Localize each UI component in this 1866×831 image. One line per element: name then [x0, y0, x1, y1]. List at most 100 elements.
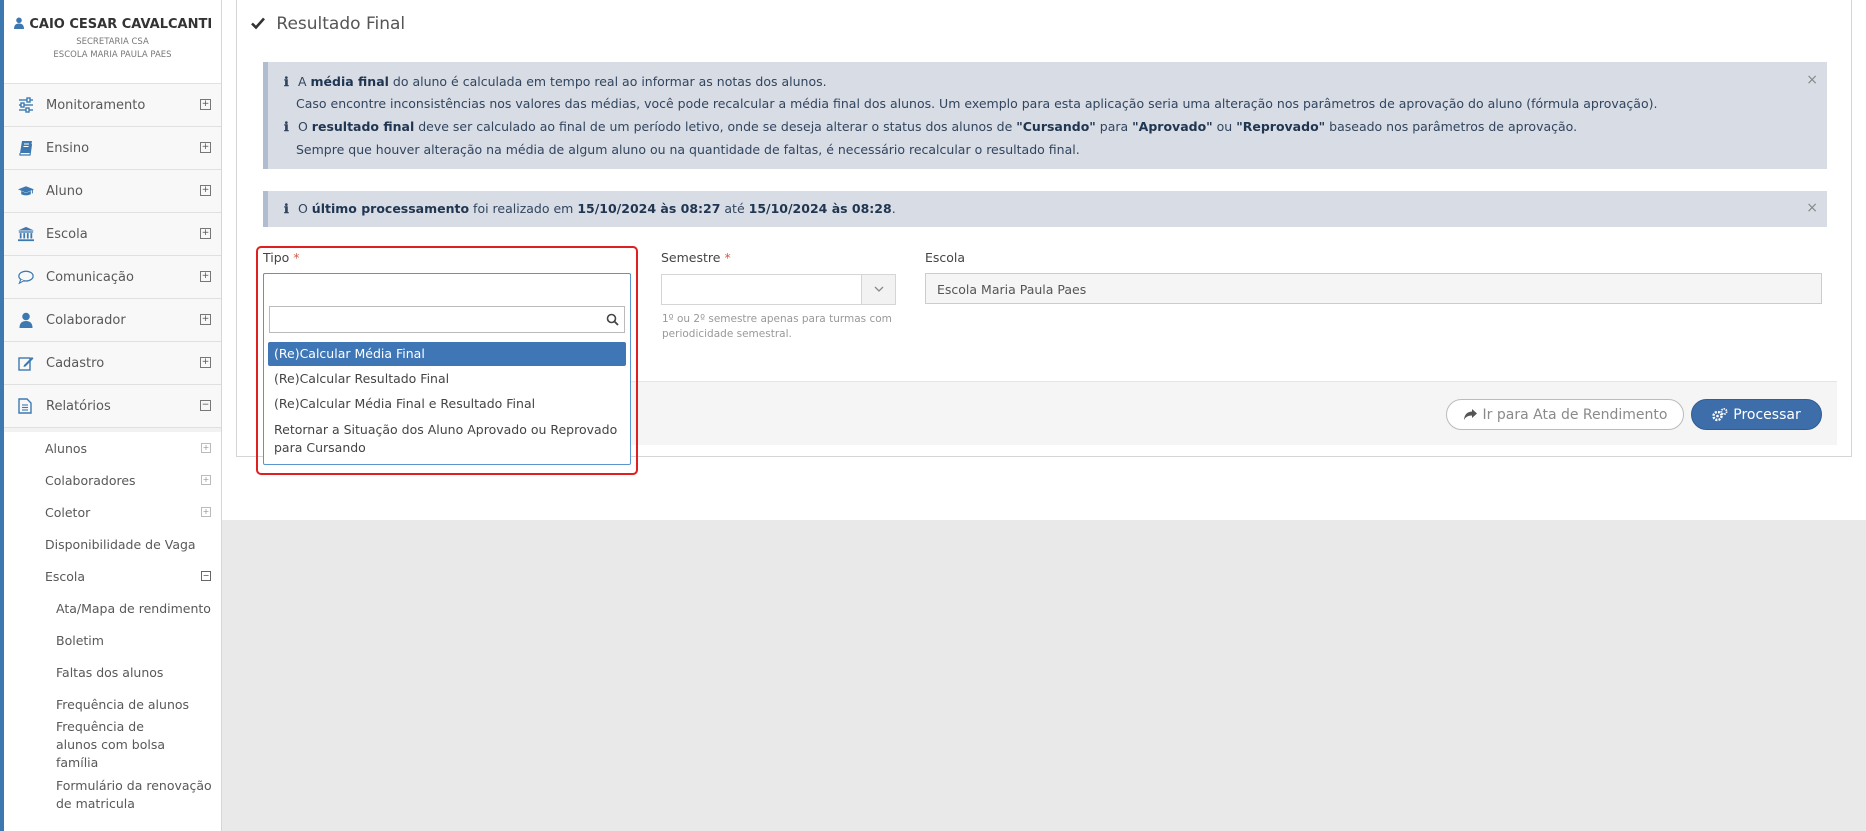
page-title: Resultado Final: [276, 14, 406, 34]
processar-button[interactable]: Processar: [1691, 399, 1822, 430]
user-icon: [13, 17, 25, 29]
expand-icon: +: [200, 99, 211, 110]
main-background: [222, 520, 1866, 831]
user-name-row: CAIO CESAR CAVALCANTI: [4, 17, 221, 32]
page-title-row: Resultado Final: [251, 14, 405, 34]
sidebar-subitem-label: Alunos: [45, 440, 88, 456]
document-icon: [18, 398, 34, 414]
sidebar-item-label: Monitoramento: [46, 97, 146, 113]
ata-rendimento-button[interactable]: Ir para Ata de Rendimento: [1446, 399, 1684, 430]
sidebar-item-label: Relatórios: [46, 398, 111, 414]
process-end-datetime: 15/10/2024 às 08:28: [748, 201, 892, 216]
sidebar-item-ensino[interactable]: Ensino +: [4, 127, 221, 170]
share-arrow-icon: [1463, 409, 1477, 420]
alert-line: ℹ O último processamento foi realizado e…: [284, 201, 896, 216]
sidebar-item-label: Cadastro: [46, 355, 105, 371]
sidebar-subitem-disponibilidade-vaga[interactable]: Disponibilidade de Vaga: [4, 528, 221, 560]
sidebar-subitem-label: Frequência de alunos: [56, 696, 190, 712]
sidebar-subitem-label: Disponibilidade de Vaga: [45, 536, 196, 552]
alert-line-1: ℹ A média final do aluno é calculada em …: [284, 74, 827, 89]
close-icon[interactable]: ×: [1806, 72, 1818, 88]
expand-icon: +: [200, 357, 211, 368]
tipo-search-input[interactable]: [269, 306, 625, 333]
alert-text: foi realizado em: [469, 201, 578, 216]
alert-text: para: [1095, 119, 1133, 134]
alert-line-3: ℹ O resultado final deve ser calculado a…: [284, 119, 1577, 134]
gears-icon: [1712, 407, 1728, 421]
expand-icon: +: [200, 142, 211, 153]
sidebar-subitem-frequencia-bolsa[interactable]: Frequência de alunos com bolsa família: [4, 719, 176, 770]
sidebar-subitem-label: Formulário da renovação de matricula: [56, 778, 212, 811]
alert-text: O: [297, 119, 312, 134]
required-mark: *: [293, 250, 300, 265]
alert-text-bold: último processamento: [311, 201, 470, 216]
alert-text: ou: [1212, 119, 1237, 134]
semestre-label: Semestre *: [661, 250, 731, 265]
edit-icon: [18, 355, 34, 371]
alert-text: A: [297, 74, 311, 89]
alert-text-bold: resultado final: [311, 119, 415, 134]
tipo-option[interactable]: (Re)Calcular Resultado Final: [268, 368, 626, 390]
sidebar-item-relatorios[interactable]: Relatórios −: [4, 385, 221, 428]
sidebar-item-colaborador[interactable]: Colaborador +: [4, 299, 221, 342]
escola-label: Escola: [925, 250, 966, 265]
semestre-label-text: Semestre: [661, 250, 721, 265]
user-name: CAIO CESAR CAVALCANTI: [29, 17, 213, 32]
collapse-icon: −: [201, 571, 211, 581]
sidebar-item-aluno[interactable]: Aluno +: [4, 170, 221, 213]
sidebar-item-escola[interactable]: Escola +: [4, 213, 221, 256]
alert-line-4: Sempre que houver alteração na média de …: [296, 142, 1080, 157]
sidebar-item-cadastro[interactable]: Cadastro +: [4, 342, 221, 385]
sidebar-subitem-colaboradores[interactable]: Colaboradores +: [4, 464, 221, 496]
book-icon: [18, 140, 34, 156]
alert-text-bold: "Cursando": [1016, 119, 1096, 134]
sidebar-subitem-label: Escola: [45, 568, 86, 584]
alert-line-2: Caso encontre inconsistências nos valore…: [296, 96, 1658, 111]
sidebar-subitem-label: Colaboradores: [45, 472, 136, 488]
info-alert-media: ℹ A média final do aluno é calculada em …: [263, 62, 1827, 169]
tipo-dropdown: (Re)Calcular Média Final (Re)Calcular Re…: [263, 273, 631, 465]
expand-icon: +: [200, 271, 211, 282]
sidebar-subitem-frequencia[interactable]: Frequência de alunos: [4, 688, 221, 720]
sidebar-subitem-escola[interactable]: Escola −: [4, 560, 221, 592]
sidebar-item-monitoramento[interactable]: Monitoramento +: [4, 84, 221, 127]
semestre-help-line: 1º ou 2º semestre apenas para turmas com: [662, 313, 892, 325]
user-role: SECRETARIA CSA: [76, 37, 149, 47]
sidebar-subitem-renovacao-matricula[interactable]: Formulário da renovação de matricula: [4, 770, 221, 820]
sidebar-item-label: Colaborador: [46, 312, 126, 328]
tipo-option[interactable]: (Re)Calcular Média Final: [268, 342, 626, 366]
info-icon: ℹ: [284, 119, 289, 134]
sidebar-subitem-label: Frequência de alunos com bolsa família: [56, 719, 166, 770]
sidebar-subitem-label: Boletim: [56, 632, 104, 648]
tipo-option[interactable]: (Re)Calcular Média Final e Resultado Fin…: [268, 393, 626, 415]
alert-text-bold: "Reprovado": [1236, 119, 1326, 134]
sidebar-subitem-coletor[interactable]: Coletor +: [4, 496, 221, 528]
graduation-cap-icon: [18, 183, 34, 199]
sidebar-subitem-faltas[interactable]: Faltas dos alunos: [4, 656, 221, 688]
tipo-option[interactable]: Retornar a Situação dos Aluno Aprovado o…: [268, 420, 626, 458]
sidebar-subitem-ata-mapa[interactable]: Ata/Mapa de rendimento: [4, 592, 221, 624]
expand-icon: +: [201, 475, 211, 485]
chevron-down-icon: [874, 286, 884, 292]
semestre-select[interactable]: [661, 274, 896, 305]
expand-icon: +: [200, 314, 211, 325]
alert-text: deve ser calculado ao final de um períod…: [414, 119, 1017, 134]
sidebar-item-comunicacao[interactable]: Comunicação +: [4, 256, 221, 299]
sidebar-subitem-label: Coletor: [45, 504, 91, 520]
process-start-datetime: 15/10/2024 às 08:27: [577, 201, 721, 216]
tipo-label: Tipo *: [263, 250, 300, 265]
alert-text-bold: "Aprovado": [1132, 119, 1213, 134]
sidebar: CAIO CESAR CAVALCANTI SECRETARIA CSA ESC…: [0, 0, 222, 831]
close-icon[interactable]: ×: [1806, 200, 1818, 216]
search-icon: [606, 313, 619, 326]
sidebar-item-label: Comunicação: [46, 269, 134, 285]
alert-text: do aluno é calculada em tempo real ao in…: [388, 74, 827, 89]
sidebar-subitem-boletim[interactable]: Boletim: [4, 624, 221, 656]
semestre-select-toggle[interactable]: [861, 275, 895, 304]
user-icon: [18, 312, 34, 328]
alert-text-bold: média final: [310, 74, 389, 89]
sidebar-item-label: Ensino: [46, 140, 90, 156]
sidebar-subitem-alunos[interactable]: Alunos +: [4, 432, 221, 464]
sliders-icon: [18, 97, 34, 113]
user-info: CAIO CESAR CAVALCANTI SECRETARIA CSA ESC…: [4, 0, 221, 84]
